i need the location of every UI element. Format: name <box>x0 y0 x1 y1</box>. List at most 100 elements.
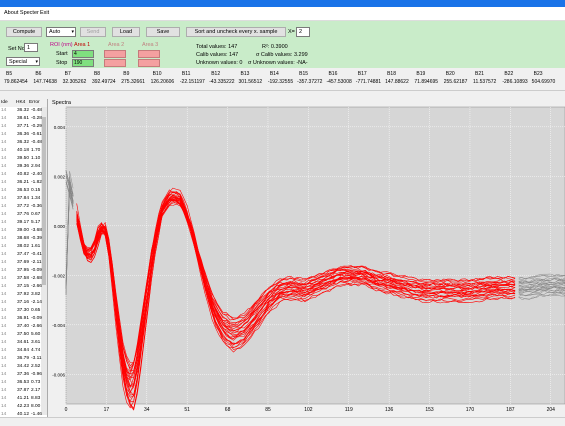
table-cell: 14 <box>1 228 7 233</box>
y-tick-label: -0.006 <box>52 372 65 377</box>
table-cell: 14 <box>1 364 7 369</box>
compute-button[interactable]: Compute <box>6 27 42 37</box>
save-button[interactable]: Save <box>146 27 180 37</box>
menu-item-exit[interactable]: Exit <box>40 10 49 16</box>
table-cell: 14 <box>1 140 7 145</box>
table-cell: 2.52 <box>31 364 41 369</box>
table-row[interactable]: 14 40.82 -2.40 <box>0 171 47 179</box>
table-cell: 1.10 <box>31 156 41 161</box>
band-value: 301.56512 <box>238 79 263 85</box>
band-name: B7 <box>64 71 71 77</box>
table-row[interactable]: 14 39.17 5.17 <box>0 219 47 227</box>
table-cell: -0.29 <box>31 124 42 129</box>
table-row[interactable]: 14 37.58 -2.68 <box>0 275 47 283</box>
toolbar: Compute Auto ▾ Send Load Save Sort and u… <box>0 21 565 43</box>
start-input[interactable]: 4 <box>72 50 94 58</box>
table-row[interactable]: 14 37.36 -0.96 <box>0 371 47 379</box>
table-cell: -0.28 <box>31 116 42 121</box>
table-row[interactable]: 14 36.53 0.15 <box>0 187 47 195</box>
table-row[interactable]: 14 37.69 -2.11 <box>0 259 47 267</box>
table-row[interactable]: 14 36.21 -1.82 <box>0 179 47 187</box>
column-header[interactable]: HK4 <box>16 100 25 105</box>
parameters-panel: Set No. 1 Special ▾ ROI (nm) Area 1 Area… <box>0 42 565 68</box>
table-row[interactable]: 14 36.91 -0.09 <box>0 315 47 323</box>
column-header[interactable]: Ide <box>1 100 8 105</box>
table-row[interactable]: 14 34.84 4.74 <box>0 347 47 355</box>
table-cell: -3.11 <box>31 356 42 361</box>
table-row[interactable]: 14 34.61 3.61 <box>0 339 47 347</box>
x-tick-label: 17 <box>104 407 110 413</box>
table-row[interactable]: 14 37.72 -0.36 <box>0 203 47 211</box>
table-row[interactable]: 14 38.61 -0.28 <box>0 115 47 123</box>
table-row[interactable]: 14 41.21 8.83 <box>0 395 47 403</box>
column-header[interactable]: Error <box>29 100 40 105</box>
table-row[interactable]: 14 37.84 1.34 <box>0 195 47 203</box>
menu-item-about[interactable]: About Specter <box>4 10 39 16</box>
band-value: 504.69970 <box>531 79 556 85</box>
table-row[interactable]: 14 37.92 3.82 <box>0 291 47 299</box>
table-row[interactable]: 14 36.79 -3.11 <box>0 355 47 363</box>
x-tick-label: 102 <box>304 407 313 413</box>
x-tick-label: 187 <box>506 407 515 413</box>
area3-start-input[interactable] <box>138 50 160 58</box>
sort-uncheck-button[interactable]: Sort and uncheck every x. sample <box>186 27 286 37</box>
table-cell: -1.82 <box>31 180 42 185</box>
band-name: B10 <box>152 71 162 77</box>
send-button[interactable]: Send <box>80 27 106 37</box>
table-row[interactable]: 14 38.02 1.61 <box>0 243 47 251</box>
table-cell: 34.42 <box>17 364 30 369</box>
table-cell: 14 <box>1 316 7 321</box>
table-cell: 14 <box>1 260 7 265</box>
table-row[interactable]: 14 36.32 -0.48 <box>0 107 47 115</box>
table-row[interactable]: 14 36.53 0.73 <box>0 379 47 387</box>
table-row[interactable]: 14 40.18 1.70 <box>0 147 47 155</box>
table-cell: 14 <box>1 148 7 153</box>
table-row[interactable]: 14 36.36 -0.61 <box>0 131 47 139</box>
window-titlebar <box>0 0 565 7</box>
table-row[interactable]: 14 37.40 -2.66 <box>0 323 47 331</box>
table-row[interactable]: 14 36.32 -0.48 <box>0 139 47 147</box>
table-cell: 37.15 <box>17 284 30 289</box>
area3-stop-input[interactable] <box>138 59 160 67</box>
sigma-unknown-text: σ Unknown values: -NA- <box>248 60 308 66</box>
table-row[interactable]: 14 37.47 -0.41 <box>0 251 47 259</box>
table-row[interactable]: 14 39.36 2.94 <box>0 163 47 171</box>
table-row[interactable]: 14 37.95 -0.09 <box>0 267 47 275</box>
table-row[interactable]: 14 37.50 5.60 <box>0 331 47 339</box>
table-cell: 37.87 <box>17 388 30 393</box>
special-select[interactable]: Special ▾ <box>6 57 40 66</box>
stop-input[interactable]: 190 <box>72 59 94 67</box>
table-row[interactable]: 14 37.71 -0.29 <box>0 123 47 131</box>
table-row[interactable]: 14 37.16 -2.14 <box>0 299 47 307</box>
table-row[interactable]: 14 42.23 8.00 <box>0 403 47 411</box>
band-name: B12 <box>211 71 221 77</box>
table-cell: 1.70 <box>31 148 41 153</box>
calib-values-text: Calib values: 147 <box>196 52 239 58</box>
y-tick-label: -0.004 <box>52 323 65 328</box>
table-row[interactable]: 14 38.68 -0.39 <box>0 235 47 243</box>
x-tick-label: 153 <box>425 407 434 413</box>
table-cell: 2.17 <box>31 388 41 393</box>
x-tick-label: 170 <box>466 407 475 413</box>
table-row[interactable]: 14 37.76 0.67 <box>0 211 47 219</box>
total-values-text: Total values: 147 <box>196 44 238 50</box>
table-row[interactable]: 14 37.15 -2.66 <box>0 283 47 291</box>
table-cell: 14 <box>1 244 7 249</box>
table-cell: 14 <box>1 164 7 169</box>
table-cell: 14 <box>1 396 7 401</box>
table-cell: 37.95 <box>17 268 30 273</box>
table-cell: 14 <box>1 372 7 377</box>
table-row[interactable]: 14 34.42 2.52 <box>0 363 47 371</box>
x-tick-label: 51 <box>184 407 190 413</box>
table-row[interactable]: 14 37.87 2.17 <box>0 387 47 395</box>
table-cell: -2.68 <box>31 276 42 281</box>
load-button[interactable]: Load <box>112 27 140 37</box>
mode-select[interactable]: Auto ▾ <box>46 27 76 37</box>
table-row[interactable]: 14 39.00 -3.68 <box>0 227 47 235</box>
table-row[interactable]: 14 39.50 1.10 <box>0 155 47 163</box>
table-row[interactable]: 14 37.30 0.65 <box>0 307 47 315</box>
step-select[interactable]: 2 <box>296 27 310 37</box>
area2-start-input[interactable] <box>104 50 126 58</box>
area2-stop-input[interactable] <box>104 59 126 67</box>
set-no-select[interactable]: 1 <box>24 43 38 52</box>
